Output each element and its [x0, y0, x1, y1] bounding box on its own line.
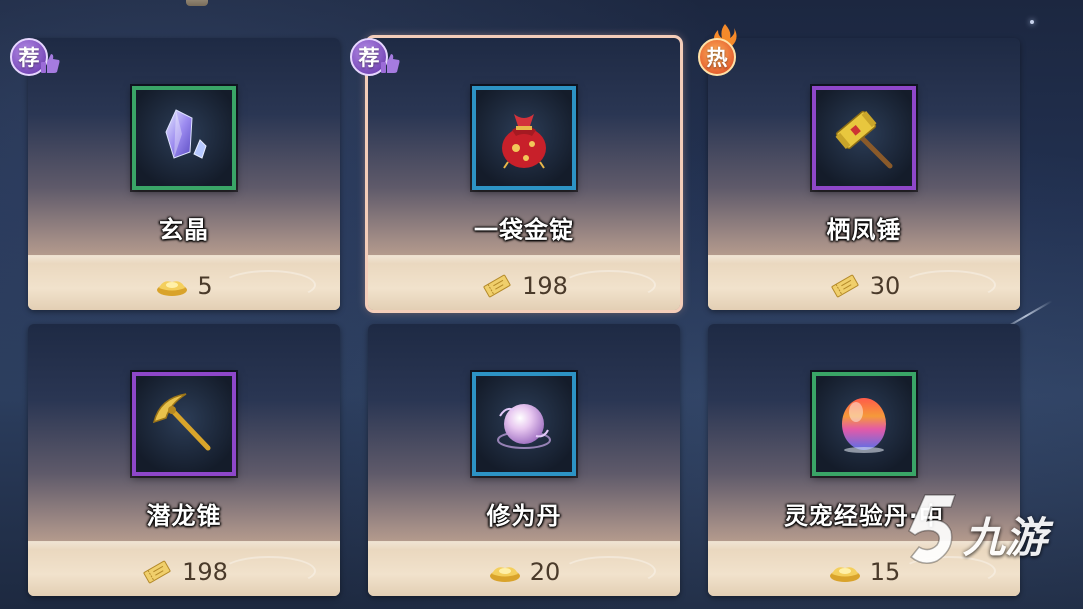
item-icon-frame [472, 372, 576, 476]
money-bag-icon [502, 114, 546, 169]
crystal-icon [165, 109, 207, 159]
gold-ingot-icon [157, 281, 188, 296]
thumbs-up-icon [381, 54, 400, 73]
item-icon-frame [132, 372, 236, 476]
price-value: 15 [869, 558, 901, 586]
item-price: 198 [368, 272, 680, 300]
item-name: 修为丹 [486, 502, 562, 530]
watermark: 九游 [905, 491, 1047, 567]
item-price: 20 [368, 558, 680, 586]
price-value: 5 [197, 272, 213, 300]
hammer-icon [835, 110, 893, 169]
price-value: 198 [182, 558, 228, 586]
shop-item-card[interactable]: 栖凤锤 30 [708, 38, 1020, 310]
shop-item-card[interactable]: 修为丹 20 [368, 324, 680, 596]
star [1030, 20, 1034, 24]
item-price: 198 [28, 558, 340, 586]
item-icon-frame [472, 86, 576, 190]
voucher-icon [831, 274, 859, 298]
watermark-logo-icon [908, 494, 957, 564]
gold-ingot-icon [829, 567, 860, 582]
recommend-badge: 荐 [10, 38, 60, 76]
hot-badge: 热 [698, 24, 742, 76]
hot-badge-text: 热 [698, 38, 736, 76]
item-name: 潜龙锥 [146, 502, 222, 530]
shop-item-card[interactable]: 潜龙锥 198 [28, 324, 340, 596]
item-name: 玄晶 [159, 216, 209, 244]
voucher-icon [483, 274, 511, 298]
price-value: 20 [529, 558, 561, 586]
shop-item-card-selected[interactable]: 一袋金锭 198 [365, 35, 683, 313]
voucher-icon [143, 560, 171, 584]
item-icon-frame [132, 86, 236, 190]
item-price: 30 [708, 272, 1020, 300]
pearl-pill-icon [497, 404, 551, 449]
recommend-badge: 荐 [350, 38, 400, 76]
item-icon-frame [812, 86, 916, 190]
item-name: 一袋金锭 [474, 216, 574, 244]
top-decoration [186, 0, 208, 6]
item-price: 5 [28, 272, 340, 300]
watermark-text: 九游 [962, 513, 1047, 562]
pickaxe-icon [152, 393, 211, 451]
shop-item-card[interactable]: 玄晶 5 [28, 38, 340, 310]
thumbs-up-icon [41, 54, 60, 73]
item-name: 栖凤锤 [826, 216, 902, 244]
price-value: 198 [522, 272, 568, 300]
gold-ingot-icon [489, 567, 520, 582]
rainbow-egg-icon [842, 398, 886, 453]
price-value: 30 [869, 272, 901, 300]
item-icon-frame [812, 372, 916, 476]
